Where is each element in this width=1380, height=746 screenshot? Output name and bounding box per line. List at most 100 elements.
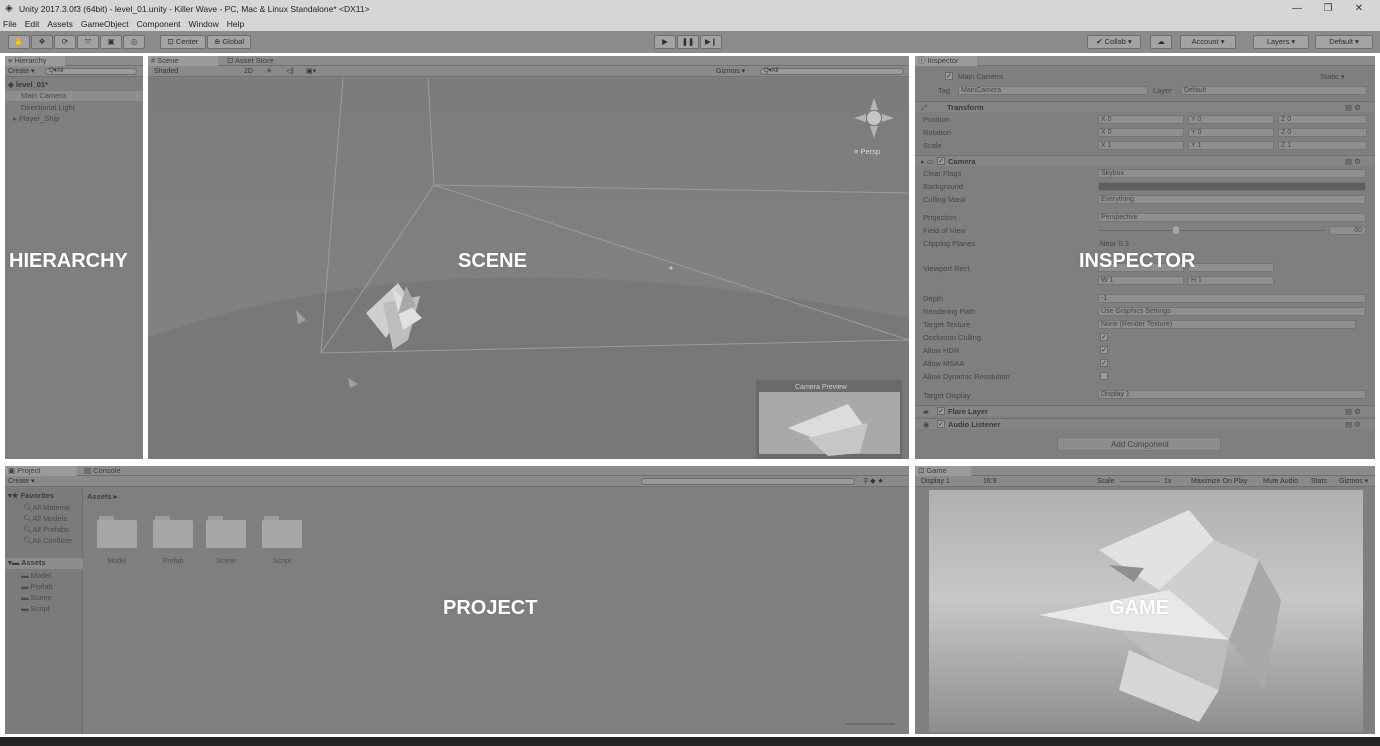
- asset-folder-item[interactable]: ▬ Script: [21, 604, 50, 613]
- culling-mask-dropdown[interactable]: Everything: [1098, 195, 1366, 204]
- layout-dropdown[interactable]: Default ▾: [1315, 35, 1373, 49]
- audio-listener-checkbox[interactable]: ✓: [937, 420, 945, 428]
- rect-tool-icon[interactable]: ▣: [100, 35, 122, 49]
- tab-project[interactable]: ▣ Project: [5, 466, 77, 476]
- menu-help[interactable]: Help: [227, 19, 244, 29]
- hierarchy-item-player-ship[interactable]: ▸ Player_Ship: [13, 114, 59, 123]
- persp-label[interactable]: ≡ Persp: [854, 147, 880, 156]
- maximize-button[interactable]: ❐: [1313, 0, 1343, 17]
- favorite-item[interactable]: 🔍︎All Prefabs: [23, 525, 69, 534]
- pivot-space-button[interactable]: ⊕ Global: [207, 35, 251, 49]
- account-dropdown[interactable]: Account ▾: [1180, 35, 1236, 49]
- fov-value-field[interactable]: 60: [1329, 226, 1366, 235]
- flare-layer-settings-icon[interactable]: ▤ ⚙: [1345, 407, 1361, 416]
- scale-y-field[interactable]: Y 1: [1188, 141, 1274, 150]
- camera-settings-icon[interactable]: ▤ ⚙: [1345, 157, 1361, 166]
- folder-icon[interactable]: [97, 516, 137, 548]
- flare-layer-checkbox[interactable]: ✓: [937, 407, 945, 415]
- pivot-center-button[interactable]: ⊡ Center: [160, 35, 206, 49]
- move-tool-icon[interactable]: ✥: [31, 35, 53, 49]
- asset-folder-item[interactable]: ▬ Scene: [21, 593, 52, 602]
- fov-slider-handle[interactable]: [1173, 226, 1179, 234]
- fov-slider-track[interactable]: [1098, 230, 1326, 231]
- audio-listener-settings-icon[interactable]: ▤ ⚙: [1345, 420, 1361, 429]
- tab-inspector[interactable]: ⓘ Inspector: [915, 56, 977, 66]
- tab-scene[interactable]: # Scene: [148, 56, 218, 66]
- audio-toggle-icon[interactable]: ◁): [286, 66, 294, 77]
- maximize-on-play-toggle[interactable]: Maximize On Play: [1191, 476, 1247, 487]
- hierarchy-item-directional-light[interactable]: Directional Light: [21, 103, 75, 112]
- collab-button[interactable]: ✔ Collab ▾: [1087, 35, 1141, 49]
- scene-gizmos-dropdown[interactable]: Gizmos ▾: [716, 66, 745, 77]
- hierarchy-create-button[interactable]: Create ▾: [8, 66, 34, 77]
- favorite-item[interactable]: 🔍︎All Conflicte: [23, 536, 72, 545]
- display-dropdown[interactable]: Display 1: [921, 476, 950, 487]
- favorite-item[interactable]: 🔍︎All Models: [23, 514, 67, 523]
- scale-x-field[interactable]: X 1: [1098, 141, 1184, 150]
- menu-file[interactable]: File: [3, 19, 17, 29]
- favorite-item[interactable]: 🔍︎All Material: [23, 503, 70, 512]
- tab-hierarchy[interactable]: ≡ Hierarchy: [5, 56, 65, 66]
- play-button[interactable]: ▶: [654, 35, 676, 49]
- position-z-field[interactable]: Z 0: [1278, 115, 1367, 124]
- tab-game[interactable]: ⊡ Game: [915, 466, 971, 476]
- target-texture-field[interactable]: None (Render Texture): [1098, 320, 1356, 329]
- static-toggle[interactable]: Static ▾: [1320, 72, 1345, 81]
- scene-viewport[interactable]: ≡ Persp Camera Preview: [148, 78, 909, 459]
- viewport-w-field[interactable]: W 1: [1098, 276, 1184, 285]
- mute-audio-toggle[interactable]: Mute Audio: [1263, 476, 1298, 487]
- folder-icon[interactable]: [153, 516, 193, 548]
- scale-tool-icon[interactable]: ⤧: [77, 35, 99, 49]
- depth-field[interactable]: -1: [1098, 294, 1366, 303]
- target-display-dropdown[interactable]: Display 1: [1098, 390, 1366, 399]
- rotation-z-field[interactable]: Z 0: [1278, 128, 1367, 137]
- viewport-h-field[interactable]: H 1: [1188, 276, 1274, 285]
- layers-dropdown[interactable]: Layers ▾: [1253, 35, 1309, 49]
- allow-hdr-checkbox[interactable]: ✓: [1100, 346, 1108, 354]
- tab-asset-store[interactable]: ⊡ Asset Store: [224, 56, 294, 66]
- pause-button[interactable]: ❚❚: [677, 35, 699, 49]
- projection-dropdown[interactable]: Perspective: [1098, 213, 1366, 222]
- hand-tool-icon[interactable]: ✋: [8, 35, 30, 49]
- project-search-input[interactable]: [641, 478, 855, 485]
- close-button[interactable]: ✕: [1344, 0, 1374, 17]
- minimize-button[interactable]: —: [1282, 0, 1312, 17]
- near-clip-field[interactable]: Near 0.3: [1100, 239, 1129, 248]
- project-filter-icons[interactable]: ⚲ ◆ ★: [863, 476, 884, 487]
- occlusion-culling-checkbox[interactable]: ✓: [1100, 333, 1108, 341]
- scale-slider[interactable]: [1120, 481, 1160, 482]
- aspect-dropdown[interactable]: 16:9: [983, 476, 997, 487]
- camera-enabled-checkbox[interactable]: ✓: [937, 157, 945, 165]
- step-button[interactable]: ▶❙: [700, 35, 722, 49]
- flare-layer-header[interactable]: ▰ ✓ Flare Layer ▤ ⚙: [915, 405, 1375, 416]
- transform-tool-icon[interactable]: ◎: [123, 35, 145, 49]
- position-x-field[interactable]: X 0: [1098, 115, 1184, 124]
- scene-root-item[interactable]: ◈ level_01*: [8, 80, 48, 89]
- effects-dropdown-icon[interactable]: ▣▾: [306, 66, 316, 77]
- transform-settings-icon[interactable]: ▤ ⚙: [1345, 103, 1361, 112]
- rotation-y-field[interactable]: Y 0: [1188, 128, 1274, 137]
- background-color-field[interactable]: [1098, 182, 1366, 191]
- hierarchy-search-input[interactable]: Q▾All: [45, 68, 137, 75]
- hierarchy-item-main-camera[interactable]: Main Camera: [5, 91, 143, 101]
- camera-component-header[interactable]: ▸ ▭ ✓ Camera ▤ ⚙: [915, 155, 1375, 166]
- scene-search-input[interactable]: Q▾All: [760, 68, 904, 75]
- icon-size-slider[interactable]: [845, 723, 895, 725]
- rotation-x-field[interactable]: X 0: [1098, 128, 1184, 137]
- rendering-path-dropdown[interactable]: Use Graphics Settings: [1098, 307, 1366, 316]
- menu-window[interactable]: Window: [189, 19, 219, 29]
- rotate-tool-icon[interactable]: ⟳: [54, 35, 76, 49]
- position-y-field[interactable]: Y 0: [1188, 115, 1274, 124]
- object-name-field[interactable]: Main Camera: [958, 72, 1003, 81]
- folder-icon[interactable]: [262, 516, 302, 548]
- menu-assets[interactable]: Assets: [47, 19, 73, 29]
- asset-folder-item[interactable]: ▬ Model: [21, 571, 51, 580]
- add-component-button[interactable]: Add Component: [1057, 437, 1221, 451]
- object-active-checkbox[interactable]: ✓: [945, 72, 953, 80]
- allow-dynamic-resolution-checkbox[interactable]: [1100, 372, 1108, 380]
- scale-z-field[interactable]: Z 1: [1278, 141, 1367, 150]
- game-gizmos-dropdown[interactable]: Gizmos ▾: [1339, 476, 1368, 487]
- tag-dropdown[interactable]: MainCamera: [958, 86, 1148, 95]
- viewport-y-field[interactable]: [1188, 263, 1274, 272]
- clear-flags-dropdown[interactable]: Skybox: [1098, 169, 1366, 178]
